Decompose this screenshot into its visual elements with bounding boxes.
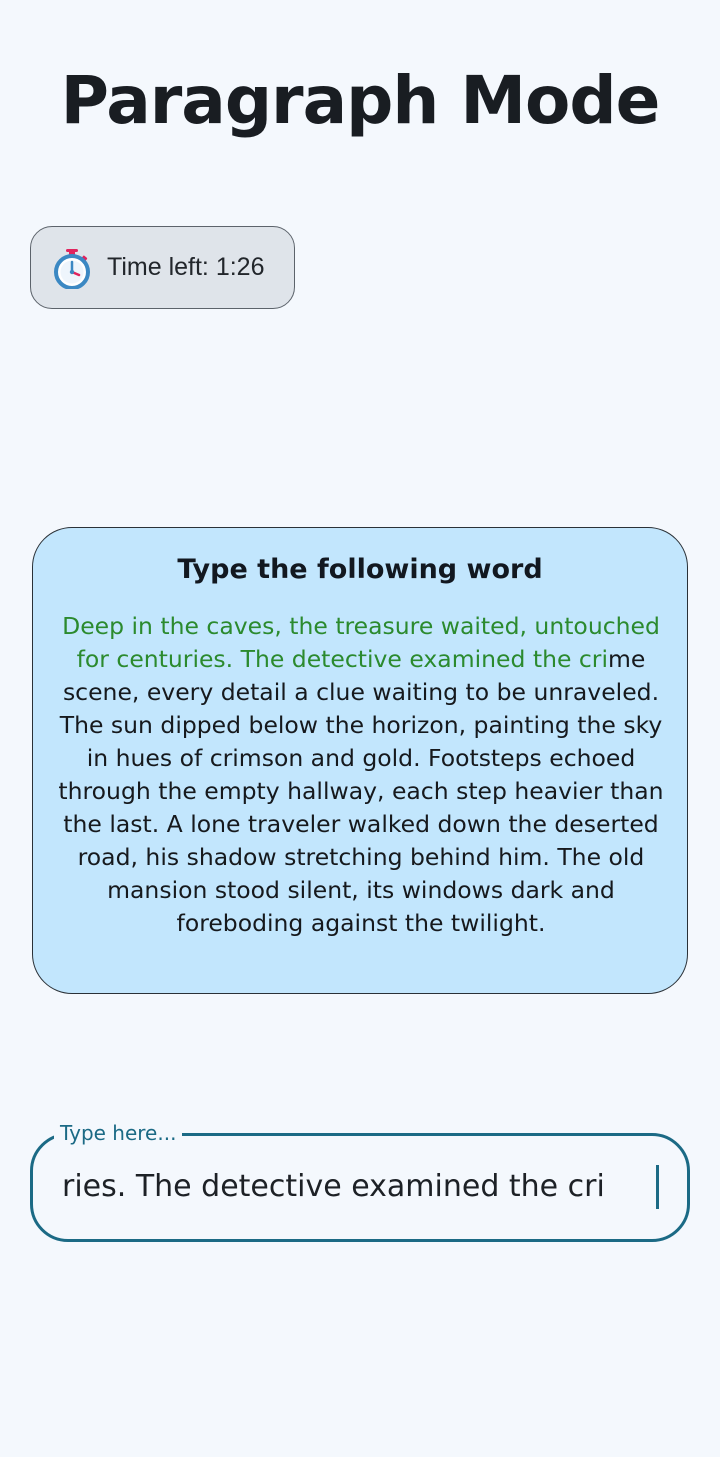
- timer-chip: Time left: 1:26: [30, 226, 295, 309]
- remaining-portion: me scene, every detail a clue waiting to…: [58, 645, 664, 937]
- card-title: Type the following word: [177, 554, 543, 585]
- paragraph-card: Type the following word Deep in the cave…: [32, 527, 688, 994]
- time-left-label: Time left: 1:26: [107, 253, 265, 281]
- typing-input-value[interactable]: ries. The detective examined the cri: [62, 1169, 605, 1204]
- typed-portion: Deep in the caves, the treasure waited, …: [62, 612, 660, 673]
- paragraph-mode-screen: Paragraph Mode Time left: 1:26 Type the …: [0, 0, 720, 1457]
- stopwatch-icon: [53, 249, 91, 290]
- typing-field-label: Type here...: [54, 1121, 183, 1145]
- text-caret: [656, 1165, 659, 1209]
- target-paragraph: Deep in the caves, the treasure waited, …: [51, 610, 671, 940]
- typing-input[interactable]: ries. The detective examined the cri: [62, 1169, 662, 1209]
- typing-field[interactable]: Type here... ries. The detective examine…: [30, 1121, 690, 1242]
- page-title: Paragraph Mode: [60, 62, 661, 139]
